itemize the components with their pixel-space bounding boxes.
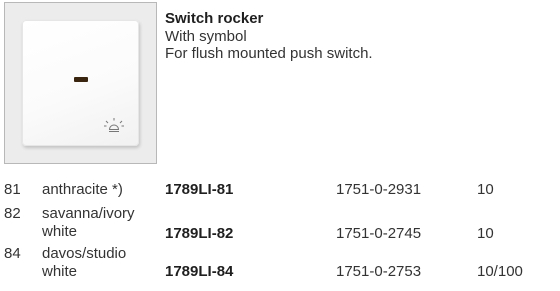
variant-color-continued: white bbox=[42, 223, 78, 240]
product-description: For flush mounted push switch. bbox=[165, 45, 373, 62]
product-title: Switch rocker bbox=[165, 10, 264, 27]
pack-size: 10 bbox=[477, 225, 494, 242]
pack-size: 10/100 bbox=[477, 263, 523, 280]
light-bulb-symbol-icon bbox=[104, 118, 124, 132]
variant-number: 82 bbox=[4, 205, 21, 222]
article-number: 1789LI-81 bbox=[165, 181, 234, 198]
variant-color: davos/studio bbox=[42, 245, 127, 262]
variant-color: savanna/ivory bbox=[42, 205, 135, 222]
order-number: 1751-0-2931 bbox=[336, 181, 422, 198]
product-image bbox=[4, 2, 157, 164]
product-subtitle: With symbol bbox=[165, 28, 247, 45]
order-number: 1751-0-2753 bbox=[336, 263, 422, 280]
variant-number: 81 bbox=[4, 181, 21, 198]
variant-number: 84 bbox=[4, 245, 21, 262]
article-number: 1789LI-82 bbox=[165, 225, 234, 242]
switch-rocker-illustration bbox=[22, 20, 139, 146]
article-number: 1789LI-84 bbox=[165, 263, 234, 280]
variant-color: anthracite *) bbox=[42, 181, 123, 198]
pack-size: 10 bbox=[477, 181, 494, 198]
order-number: 1751-0-2745 bbox=[336, 225, 422, 242]
indicator-window bbox=[74, 77, 88, 82]
variant-color-continued: white bbox=[42, 263, 78, 280]
